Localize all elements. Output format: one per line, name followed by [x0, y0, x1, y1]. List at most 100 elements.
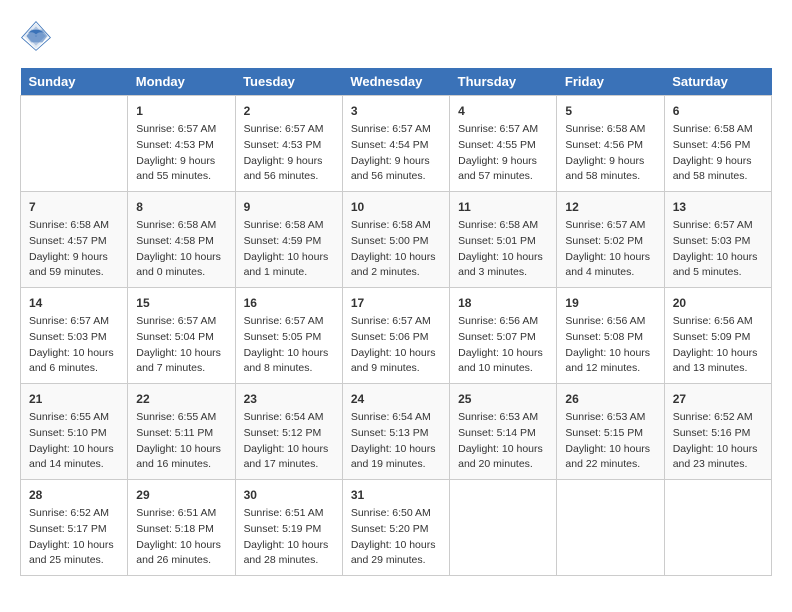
day-info: Sunrise: 6:52 AMSunset: 5:17 PMDaylight:… [29, 506, 119, 569]
day-number: 16 [244, 294, 334, 312]
calendar-cell: 11 Sunrise: 6:58 AMSunset: 5:01 PMDayligh… [450, 192, 557, 288]
calendar-cell: 8Sunrise: 6:58 AMSunset: 4:58 PMDaylight… [128, 192, 235, 288]
day-info: Sunrise: 6:57 AMSunset: 5:06 PMDaylight:… [351, 314, 441, 377]
day-number: 6 [673, 102, 763, 120]
day-number: 15 [136, 294, 226, 312]
calendar-cell: 20 Sunrise: 6:56 AMSunset: 5:09 PMDayligh… [664, 288, 771, 384]
day-info: Sunrise: 6:56 AMSunset: 5:09 PMDaylight:… [673, 314, 763, 377]
day-info: Sunrise: 6:55 AMSunset: 5:11 PMDaylight:… [136, 410, 226, 473]
calendar-cell: 23 Sunrise: 6:54 AMSunset: 5:12 PMDayligh… [235, 384, 342, 480]
day-info: Sunrise: 6:51 AMSunset: 5:18 PMDaylight:… [136, 506, 226, 569]
calendar-cell: 26 Sunrise: 6:53 AMSunset: 5:15 PMDayligh… [557, 384, 664, 480]
column-header-monday: Monday [128, 68, 235, 96]
calendar-cell: 28 Sunrise: 6:52 AMSunset: 5:17 PMDayligh… [21, 480, 128, 576]
day-number: 21 [29, 390, 119, 408]
day-info: Sunrise: 6:55 AMSunset: 5:10 PMDaylight:… [29, 410, 119, 473]
calendar-header: SundayMondayTuesdayWednesdayThursdayFrid… [21, 68, 772, 96]
day-number: 27 [673, 390, 763, 408]
day-info: Sunrise: 6:57 AMSunset: 5:05 PMDaylight:… [244, 314, 334, 377]
calendar-cell: 3 Sunrise: 6:57 AMSunset: 4:54 PMDaylight… [342, 96, 449, 192]
day-number: 26 [565, 390, 655, 408]
day-info: Sunrise: 6:56 AMSunset: 5:08 PMDaylight:… [565, 314, 655, 377]
calendar-cell [450, 480, 557, 576]
day-number: 13 [673, 198, 763, 216]
day-number: 25 [458, 390, 548, 408]
day-number: 18 [458, 294, 548, 312]
day-info: Sunrise: 6:53 AMSunset: 5:15 PMDaylight:… [565, 410, 655, 473]
day-info: Sunrise: 6:57 AMSunset: 4:53 PMDaylight:… [244, 122, 334, 185]
day-info: Sunrise: 6:54 AMSunset: 5:12 PMDaylight:… [244, 410, 334, 473]
column-header-sunday: Sunday [21, 68, 128, 96]
day-info: Sunrise: 6:58 AMSunset: 4:56 PMDaylight:… [673, 122, 763, 185]
calendar-cell: 14Sunrise: 6:57 AMSunset: 5:03 PMDayligh… [21, 288, 128, 384]
calendar-cell: 29Sunrise: 6:51 AMSunset: 5:18 PMDayligh… [128, 480, 235, 576]
day-info: Sunrise: 6:57 AMSunset: 5:02 PMDaylight:… [565, 218, 655, 281]
column-header-friday: Friday [557, 68, 664, 96]
day-info: Sunrise: 6:53 AMSunset: 5:14 PMDaylight:… [458, 410, 548, 473]
page-header [20, 20, 772, 52]
day-info: Sunrise: 6:57 AMSunset: 4:54 PMDaylight:… [351, 122, 441, 185]
week-row-2: 7 Sunrise: 6:58 AMSunset: 4:57 PMDaylight… [21, 192, 772, 288]
day-info: Sunrise: 6:57 AMSunset: 5:04 PMDaylight:… [136, 314, 226, 377]
day-info: Sunrise: 6:56 AMSunset: 5:07 PMDaylight:… [458, 314, 548, 377]
calendar-cell: 25 Sunrise: 6:53 AMSunset: 5:14 PMDayligh… [450, 384, 557, 480]
week-row-3: 14Sunrise: 6:57 AMSunset: 5:03 PMDayligh… [21, 288, 772, 384]
day-info: Sunrise: 6:57 AMSunset: 4:53 PMDaylight:… [136, 122, 226, 185]
day-info: Sunrise: 6:58 AMSunset: 4:58 PMDaylight:… [136, 218, 226, 281]
calendar-cell: 18 Sunrise: 6:56 AMSunset: 5:07 PMDayligh… [450, 288, 557, 384]
column-header-tuesday: Tuesday [235, 68, 342, 96]
day-number: 24 [351, 390, 441, 408]
calendar-cell: 27 Sunrise: 6:52 AMSunset: 5:16 PMDayligh… [664, 384, 771, 480]
column-header-wednesday: Wednesday [342, 68, 449, 96]
day-number: 1 [136, 102, 226, 120]
calendar-cell: 30Sunrise: 6:51 AMSunset: 5:19 PMDayligh… [235, 480, 342, 576]
calendar-cell: 21 Sunrise: 6:55 AMSunset: 5:10 PMDayligh… [21, 384, 128, 480]
day-number: 23 [244, 390, 334, 408]
week-row-4: 21 Sunrise: 6:55 AMSunset: 5:10 PMDayligh… [21, 384, 772, 480]
day-info: Sunrise: 6:58 AMSunset: 4:57 PMDaylight:… [29, 218, 119, 281]
day-number: 28 [29, 486, 119, 504]
day-info: Sunrise: 6:50 AMSunset: 5:20 PMDaylight:… [351, 506, 441, 569]
day-number: 7 [29, 198, 119, 216]
calendar-cell: 19 Sunrise: 6:56 AMSunset: 5:08 PMDayligh… [557, 288, 664, 384]
day-info: Sunrise: 6:57 AMSunset: 4:55 PMDaylight:… [458, 122, 548, 185]
day-number: 20 [673, 294, 763, 312]
calendar-cell: 6 Sunrise: 6:58 AMSunset: 4:56 PMDaylight… [664, 96, 771, 192]
day-number: 31 [351, 486, 441, 504]
day-number: 5 [565, 102, 655, 120]
calendar-cell: 1 Sunrise: 6:57 AMSunset: 4:53 PMDaylight… [128, 96, 235, 192]
day-number: 12 [565, 198, 655, 216]
day-number: 4 [458, 102, 548, 120]
calendar-cell: 7 Sunrise: 6:58 AMSunset: 4:57 PMDaylight… [21, 192, 128, 288]
day-info: Sunrise: 6:58 AMSunset: 4:59 PMDaylight:… [244, 218, 334, 281]
calendar-cell [557, 480, 664, 576]
calendar-cell: 22Sunrise: 6:55 AMSunset: 5:11 PMDayligh… [128, 384, 235, 480]
calendar-cell: 16 Sunrise: 6:57 AMSunset: 5:05 PMDayligh… [235, 288, 342, 384]
day-number: 19 [565, 294, 655, 312]
calendar-cell: 31 Sunrise: 6:50 AMSunset: 5:20 PMDayligh… [342, 480, 449, 576]
calendar-cell: 17 Sunrise: 6:57 AMSunset: 5:06 PMDayligh… [342, 288, 449, 384]
day-number: 2 [244, 102, 334, 120]
logo-icon [20, 20, 52, 52]
day-info: Sunrise: 6:52 AMSunset: 5:16 PMDaylight:… [673, 410, 763, 473]
calendar-cell: 12 Sunrise: 6:57 AMSunset: 5:02 PMDayligh… [557, 192, 664, 288]
week-row-5: 28 Sunrise: 6:52 AMSunset: 5:17 PMDayligh… [21, 480, 772, 576]
column-header-thursday: Thursday [450, 68, 557, 96]
calendar-cell [21, 96, 128, 192]
day-info: Sunrise: 6:54 AMSunset: 5:13 PMDaylight:… [351, 410, 441, 473]
day-number: 17 [351, 294, 441, 312]
day-number: 10 [351, 198, 441, 216]
day-number: 3 [351, 102, 441, 120]
day-info: Sunrise: 6:58 AMSunset: 5:01 PMDaylight:… [458, 218, 548, 281]
calendar-body: 1 Sunrise: 6:57 AMSunset: 4:53 PMDaylight… [21, 96, 772, 576]
day-info: Sunrise: 6:58 AMSunset: 4:56 PMDaylight:… [565, 122, 655, 185]
day-number: 11 [458, 198, 548, 216]
calendar-cell: 24 Sunrise: 6:54 AMSunset: 5:13 PMDayligh… [342, 384, 449, 480]
calendar-cell: 13Sunrise: 6:57 AMSunset: 5:03 PMDayligh… [664, 192, 771, 288]
calendar-cell: 5 Sunrise: 6:58 AMSunset: 4:56 PMDaylight… [557, 96, 664, 192]
column-header-saturday: Saturday [664, 68, 771, 96]
calendar-cell [664, 480, 771, 576]
day-info: Sunrise: 6:58 AMSunset: 5:00 PMDaylight:… [351, 218, 441, 281]
logo [20, 20, 56, 52]
header-row: SundayMondayTuesdayWednesdayThursdayFrid… [21, 68, 772, 96]
